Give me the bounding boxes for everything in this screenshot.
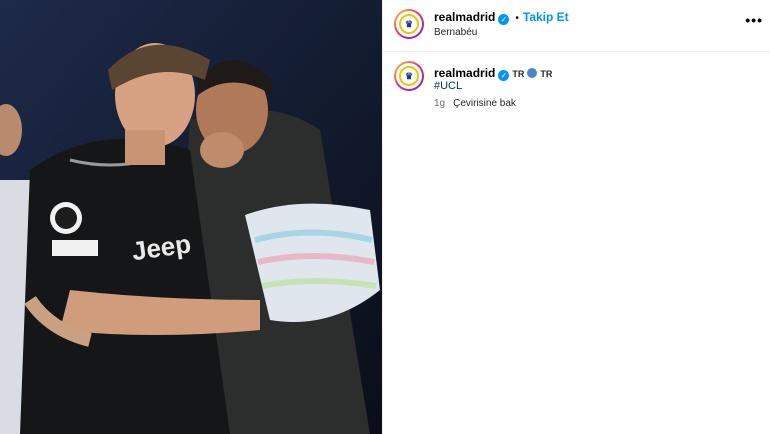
post-photo-illustration: Jeep — [0, 0, 382, 434]
see-translation-button[interactable]: Çevirisine bak — [453, 98, 516, 109]
post-panel: ♛ realmadrid ✓ • Takip Et Bernabéu ••• ♛ re… — [382, 0, 770, 434]
real-madrid-crest-icon: ♛ — [399, 14, 419, 34]
header-line: realmadrid ✓ • Takip Et — [434, 10, 569, 25]
more-options-icon[interactable]: ••• — [745, 12, 763, 28]
verified-badge-icon: ✓ — [498, 14, 510, 25]
language-badge: TR — [512, 69, 525, 79]
time-ago: 1g — [434, 98, 446, 109]
post-location[interactable]: Bernabéu — [434, 27, 477, 38]
globe-icon — [527, 68, 538, 78]
caption-line: realmadrid ✓ TR TR — [434, 66, 552, 81]
caption-hashtag[interactable]: #UCL — [434, 80, 462, 92]
separator-dot: • — [515, 13, 519, 24]
author-username[interactable]: realmadrid — [434, 10, 495, 24]
real-madrid-crest-icon: ♛ — [399, 66, 419, 86]
caption-meta: 1g Çevirisine bak — [434, 98, 516, 109]
follow-button[interactable]: Takip Et — [523, 10, 569, 24]
author-avatar[interactable]: ♛ — [394, 9, 424, 39]
caption-avatar[interactable]: ♛ — [394, 61, 424, 91]
verified-badge-icon: ✓ — [498, 70, 510, 81]
post-header: ♛ realmadrid ✓ • Takip Et Bernabéu ••• — [383, 0, 770, 52]
post-photo[interactable]: Jeep — [0, 0, 382, 434]
caption-username[interactable]: realmadrid — [434, 66, 495, 80]
language-badge-2: TR — [540, 69, 553, 79]
